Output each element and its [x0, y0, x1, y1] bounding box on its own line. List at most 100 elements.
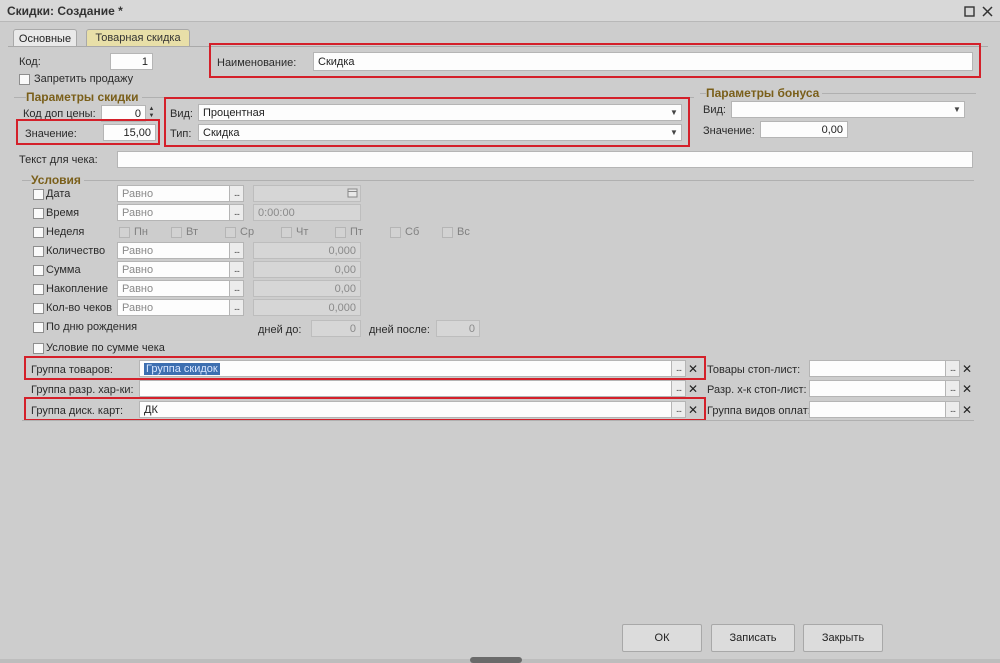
spin-down-icon[interactable]: ▼ [149, 113, 155, 120]
price-code-spinner[interactable]: ▲ ▼ [147, 105, 156, 121]
discount-value-label: Значение: [25, 128, 77, 140]
sum-label: Сумма [46, 264, 81, 276]
accumulation-compare-input[interactable]: Равно [117, 280, 230, 297]
save-button[interactable]: Записать [711, 624, 795, 652]
birthday-checkbox[interactable] [33, 322, 44, 333]
birthday-label: По дню рождения [46, 321, 138, 333]
type-label: Тип: [170, 128, 192, 140]
stop-goods-clear-icon[interactable]: ✕ [960, 360, 974, 377]
bonus-value-label: Значение: [703, 125, 755, 137]
day-checkbox-sat[interactable] [390, 227, 401, 238]
ok-button[interactable]: ОК [622, 624, 702, 652]
bonus-kind-select[interactable] [731, 101, 965, 118]
chevron-down-icon[interactable]: ▼ [667, 105, 681, 120]
discount-params-title: Параметры скидки [26, 90, 142, 104]
quantity-compare-select-button[interactable]: ... [229, 242, 244, 259]
close-button[interactable]: Закрыть [803, 624, 883, 652]
sum-value-input[interactable]: 0,00 [253, 261, 361, 278]
price-code-input[interactable]: 0 [101, 105, 146, 122]
accumulation-value: 0,00 [334, 282, 356, 295]
days-before-input[interactable]: 0 [311, 320, 361, 337]
day-checkbox-tue[interactable] [171, 227, 182, 238]
kind-value: Процентная [203, 106, 265, 119]
days-before-value: 0 [349, 322, 356, 335]
checks-count-compare-value: Равно [122, 301, 154, 314]
time-compare-input[interactable]: Равно [117, 204, 230, 221]
week-checkbox[interactable] [33, 227, 44, 238]
day-checkbox-mon[interactable] [119, 227, 130, 238]
code-input[interactable]: 1 [110, 53, 153, 70]
card-group-input[interactable]: ДК [139, 401, 672, 418]
checks-count-label: Кол-во чеков [46, 302, 113, 314]
day-checkbox-wed[interactable] [225, 227, 236, 238]
time-value: 0:00:00 [258, 206, 295, 219]
payment-group-select-button[interactable]: ... [945, 401, 960, 418]
type-select[interactable]: Скидка [198, 124, 682, 141]
maximize-icon[interactable] [961, 3, 977, 19]
card-group-clear-icon[interactable]: ✕ [686, 401, 700, 418]
stop-char-clear-icon[interactable]: ✕ [960, 380, 974, 397]
accumulation-compare-select-button[interactable]: ... [229, 280, 244, 297]
scroll-handle[interactable] [470, 657, 522, 663]
goods-group-select-button[interactable]: ... [671, 360, 686, 377]
bonus-params-title: Параметры бонуса [706, 86, 823, 100]
goods-group-clear-icon[interactable]: ✕ [686, 360, 700, 377]
day-label-sat: Сб [405, 226, 420, 238]
tab-main[interactable]: Основные [13, 29, 77, 47]
chevron-down-icon[interactable]: ▼ [667, 125, 681, 140]
checks-count-compare-select-button[interactable]: ... [229, 299, 244, 316]
sum-compare-select-button[interactable]: ... [229, 261, 244, 278]
tab-goods-discount[interactable]: Товарная скидка [86, 29, 190, 46]
bonus-value-input[interactable]: 0,00 [760, 121, 848, 138]
date-value-input[interactable] [253, 185, 361, 202]
day-checkbox-fri[interactable] [335, 227, 346, 238]
goods-group-input[interactable]: Группа скидок [139, 360, 672, 377]
quantity-value-input[interactable]: 0,000 [253, 242, 361, 259]
stop-goods-input[interactable] [809, 360, 946, 377]
stop-char-select-button[interactable]: ... [945, 380, 960, 397]
calendar-icon[interactable] [347, 187, 359, 199]
payment-group-clear-icon[interactable]: ✕ [960, 401, 974, 418]
accumulation-checkbox[interactable] [33, 284, 44, 295]
payment-group-input[interactable] [809, 401, 946, 418]
accumulation-value-input[interactable]: 0,00 [253, 280, 361, 297]
sum-compare-input[interactable]: Равно [117, 261, 230, 278]
char-group-input[interactable] [139, 380, 672, 397]
discount-value-input[interactable]: 15,00 [103, 124, 156, 141]
date-label: Дата [46, 188, 71, 200]
day-checkbox-sun[interactable] [442, 227, 453, 238]
card-group-select-button[interactable]: ... [671, 401, 686, 418]
time-checkbox[interactable] [33, 208, 44, 219]
chevron-down-icon[interactable]: ▼ [950, 102, 964, 117]
time-compare-select-button[interactable]: ... [229, 204, 244, 221]
stop-char-label: Разр. х-к стоп-лист: [707, 384, 807, 396]
close-icon[interactable] [979, 3, 995, 19]
quantity-checkbox[interactable] [33, 246, 44, 257]
checks-count-checkbox[interactable] [33, 303, 44, 314]
checks-count-compare-input[interactable]: Равно [117, 299, 230, 316]
date-checkbox[interactable] [33, 189, 44, 200]
name-input[interactable]: Скидка [313, 52, 973, 71]
date-compare-select-button[interactable]: ... [229, 185, 244, 202]
day-checkbox-thu[interactable] [281, 227, 292, 238]
char-group-select-button[interactable]: ... [671, 380, 686, 397]
stop-goods-select-button[interactable]: ... [945, 360, 960, 377]
spin-up-icon[interactable]: ▲ [149, 106, 155, 113]
name-label: Наименование: [217, 57, 297, 69]
receipt-text-input[interactable] [117, 151, 973, 168]
check-sum-condition-checkbox[interactable] [33, 343, 44, 354]
code-label: Код: [19, 56, 41, 68]
sum-checkbox[interactable] [33, 265, 44, 276]
days-after-input[interactable]: 0 [436, 320, 480, 337]
forbid-sale-checkbox[interactable] [19, 74, 30, 85]
date-compare-input[interactable]: Равно [117, 185, 230, 202]
time-value-input[interactable]: 0:00:00 [253, 204, 361, 221]
quantity-compare-input[interactable]: Равно [117, 242, 230, 259]
kind-select[interactable]: Процентная [198, 104, 682, 121]
accumulation-compare-value: Равно [122, 282, 154, 295]
bonus-value: 0,00 [821, 123, 843, 136]
day-label-thu: Чт [296, 226, 309, 238]
checks-count-value-input[interactable]: 0,000 [253, 299, 361, 316]
stop-char-input[interactable] [809, 380, 946, 397]
char-group-clear-icon[interactable]: ✕ [686, 380, 700, 397]
